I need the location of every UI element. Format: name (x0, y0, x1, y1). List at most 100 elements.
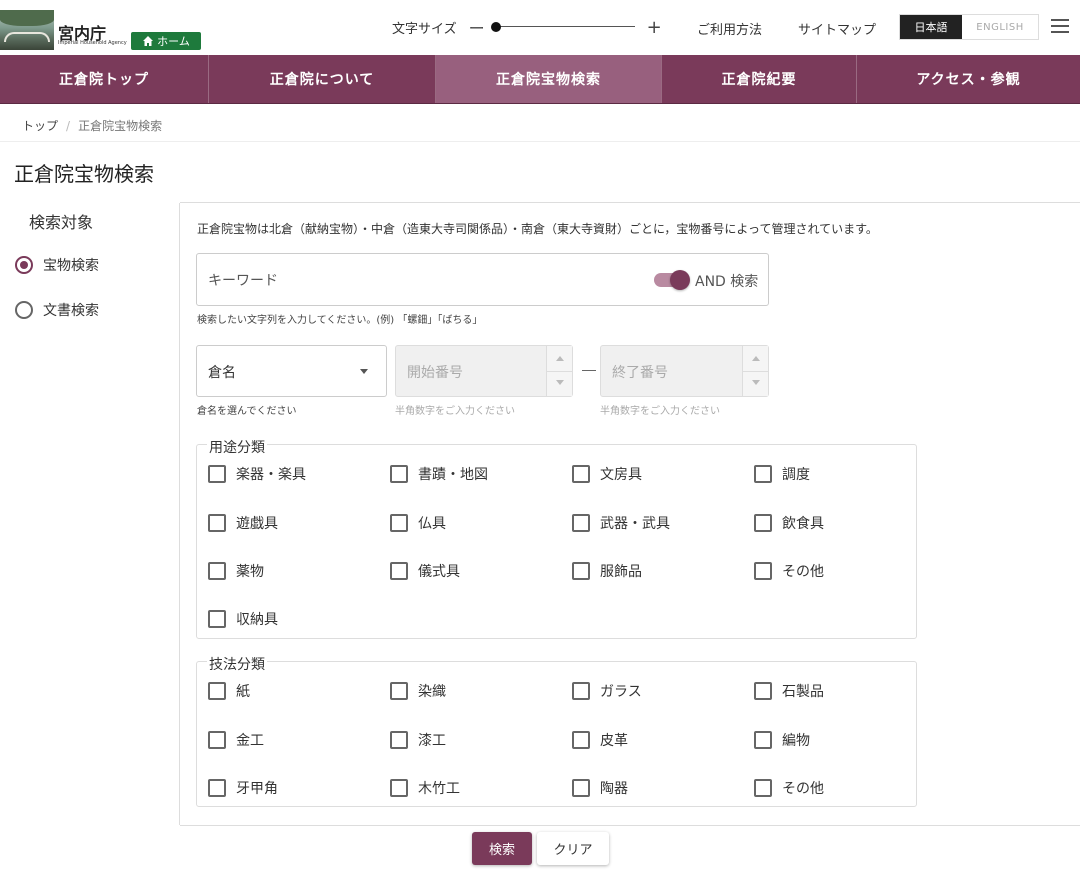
checkbox-icon[interactable] (208, 682, 226, 700)
checkbox-icon[interactable] (572, 514, 590, 532)
checkbox-label: 飲食具 (782, 516, 824, 532)
checkbox-icon[interactable] (754, 682, 772, 700)
checkbox-usage[interactable]: その他 (754, 561, 824, 581)
breadcrumb-top-link[interactable]: トップ (22, 119, 58, 133)
nav-item-access[interactable]: アクセス・参観 (857, 55, 1080, 103)
start-number-input[interactable]: 開始番号 (395, 345, 573, 397)
checkbox-technique[interactable]: 石製品 (754, 681, 824, 701)
sitemap-link[interactable]: サイトマップ (798, 19, 876, 38)
spin-up-icon[interactable] (752, 356, 760, 361)
spin-up-icon[interactable] (556, 356, 564, 361)
storehouse-select[interactable]: 倉名 (196, 345, 387, 397)
checkbox-usage[interactable]: 服飾品 (572, 561, 642, 581)
nav-item-search[interactable]: 正倉院宝物検索 (436, 55, 662, 103)
checkbox-usage[interactable]: 儀式具 (390, 561, 460, 581)
clear-button[interactable]: クリア (537, 832, 609, 865)
checkbox-technique[interactable]: 金工 (208, 730, 264, 750)
nav-item-about[interactable]: 正倉院について (209, 55, 436, 103)
checkbox-usage[interactable]: 薬物 (208, 561, 264, 581)
checkbox-label: 楽器・楽具 (236, 467, 306, 483)
checkbox-usage[interactable]: 収納具 (208, 609, 278, 629)
end-number-input[interactable]: 終了番号 (600, 345, 769, 397)
radio-unchecked-icon[interactable] (15, 301, 33, 319)
range-dash (582, 370, 596, 371)
home-label: ホーム (157, 35, 190, 48)
font-size-plus-button[interactable]: + (647, 17, 662, 38)
nav-item-top[interactable]: 正倉院トップ (0, 55, 209, 103)
and-search-toggle[interactable] (654, 270, 690, 290)
checkbox-usage[interactable]: 楽器・楽具 (208, 464, 306, 484)
checkbox-technique[interactable]: 漆工 (390, 730, 446, 750)
checkbox-icon[interactable] (390, 731, 408, 749)
checkbox-label: 牙甲角 (236, 781, 278, 797)
spin-down-icon[interactable] (752, 380, 760, 385)
checkbox-usage[interactable]: 仏具 (390, 513, 446, 533)
checkbox-label: 金工 (236, 733, 264, 749)
checkbox-icon[interactable] (208, 731, 226, 749)
checkbox-icon[interactable] (754, 514, 772, 532)
checkbox-usage[interactable]: 書蹟・地図 (390, 464, 488, 484)
slider-thumb[interactable] (490, 22, 501, 32)
checkbox-usage[interactable]: 調度 (754, 464, 810, 484)
end-number-spinner[interactable] (742, 346, 769, 396)
checkbox-label: 編物 (782, 733, 810, 749)
checkbox-icon[interactable] (208, 514, 226, 532)
checkbox-technique[interactable]: 編物 (754, 730, 810, 750)
checkbox-technique[interactable]: その他 (754, 778, 824, 798)
usage-link[interactable]: ご利用方法 (697, 19, 762, 38)
search-button[interactable]: 検索 (472, 832, 532, 865)
checkbox-icon[interactable] (390, 514, 408, 532)
checkbox-icon[interactable] (754, 779, 772, 797)
checkbox-icon[interactable] (572, 562, 590, 580)
checkbox-technique[interactable]: 染織 (390, 681, 446, 701)
radio-label: 宝物検索 (43, 258, 99, 274)
checkbox-icon[interactable] (572, 779, 590, 797)
and-search-label: AND 検索 (695, 274, 759, 290)
checkbox-icon[interactable] (754, 465, 772, 483)
nav-item-bulletin[interactable]: 正倉院紀要 (662, 55, 857, 103)
checkbox-icon[interactable] (208, 610, 226, 628)
checkbox-technique[interactable]: 陶器 (572, 778, 628, 798)
checkbox-label: 仏具 (418, 516, 446, 532)
checkbox-icon[interactable] (390, 682, 408, 700)
checkbox-icon[interactable] (208, 562, 226, 580)
start-number-spinner[interactable] (546, 346, 573, 396)
checkbox-technique[interactable]: 牙甲角 (208, 778, 278, 798)
checkbox-technique[interactable]: ガラス (572, 681, 642, 701)
checkbox-icon[interactable] (572, 682, 590, 700)
home-button[interactable]: ホーム (131, 32, 201, 50)
checkbox-icon[interactable] (208, 465, 226, 483)
checkbox-icon[interactable] (754, 731, 772, 749)
checkbox-technique[interactable]: 皮革 (572, 730, 628, 750)
checkbox-technique[interactable]: 木竹工 (390, 778, 460, 798)
breadcrumb: トップ / 正倉院宝物検索 (22, 117, 162, 134)
checkbox-icon[interactable] (390, 465, 408, 483)
checkbox-label: その他 (782, 781, 824, 797)
checkbox-icon[interactable] (390, 562, 408, 580)
checkbox-icon[interactable] (390, 779, 408, 797)
checkbox-icon[interactable] (572, 465, 590, 483)
lang-ja-button[interactable]: 日本語 (900, 15, 962, 39)
font-size-control: 文字サイズ ー + (392, 15, 662, 39)
checkbox-usage[interactable]: 文房具 (572, 464, 642, 484)
radio-checked-icon[interactable] (15, 256, 33, 274)
checkbox-usage[interactable]: 飲食具 (754, 513, 824, 533)
checkbox-icon[interactable] (754, 562, 772, 580)
keyword-input[interactable]: キーワード AND 検索 (196, 253, 769, 306)
checkbox-technique[interactable]: 紙 (208, 681, 250, 701)
radio-treasure-search[interactable]: 宝物検索 (15, 255, 99, 275)
checkbox-usage[interactable]: 武器・武具 (572, 513, 670, 533)
radio-document-search[interactable]: 文書検索 (15, 300, 99, 320)
checkbox-icon[interactable] (572, 731, 590, 749)
divider (180, 825, 1080, 826)
hamburger-menu-icon[interactable] (1051, 19, 1069, 33)
font-size-minus-button[interactable]: ー (469, 15, 485, 39)
checkbox-usage[interactable]: 遊戯具 (208, 513, 278, 533)
spin-down-icon[interactable] (556, 380, 564, 385)
lang-en-button[interactable]: ENGLISH (962, 15, 1038, 39)
agency-logo[interactable]: 宮内庁 Imperial Household Agency ホーム (0, 10, 205, 50)
font-size-slider[interactable] (490, 17, 635, 37)
checkbox-icon[interactable] (208, 779, 226, 797)
checkbox-label: 石製品 (782, 684, 824, 700)
divider (180, 202, 1080, 203)
